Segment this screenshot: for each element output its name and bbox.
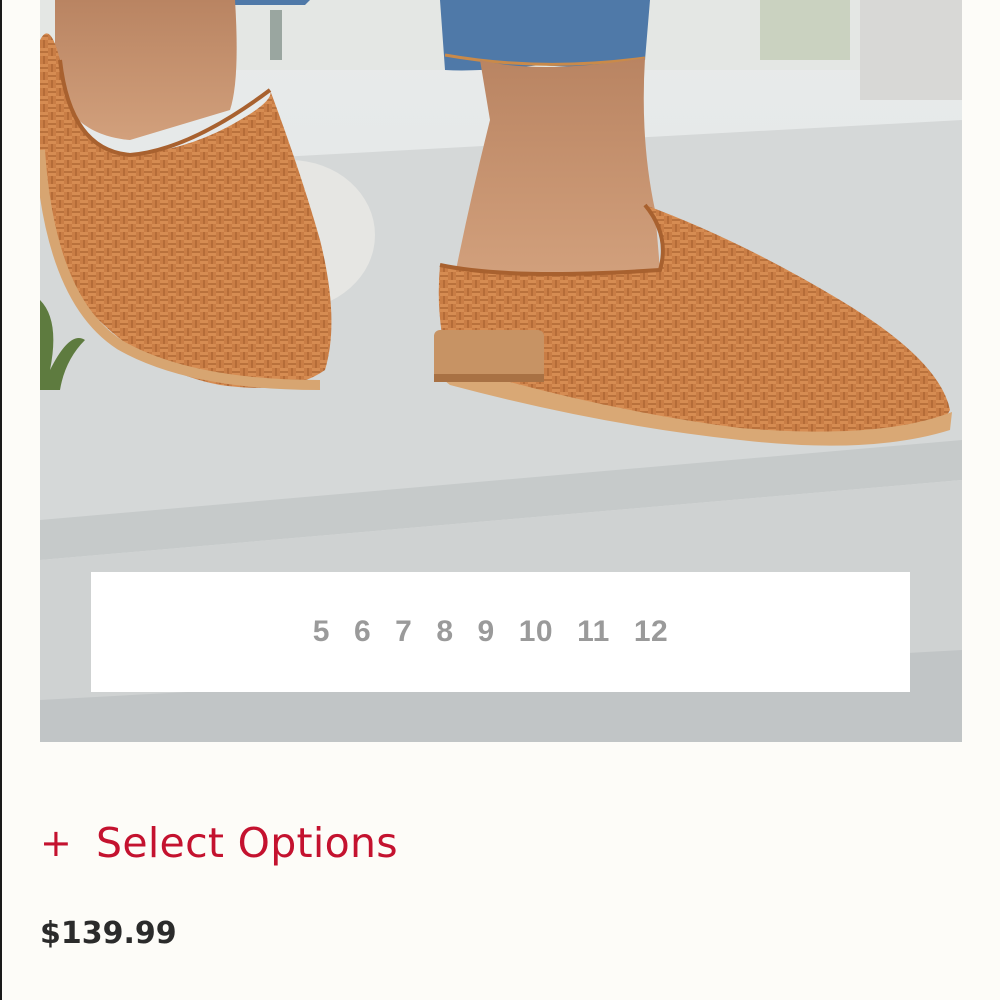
size-selector-panel: 5 6 7 8 9 10 11 12: [91, 572, 910, 692]
size-option-8[interactable]: 8: [424, 615, 465, 649]
select-options-label: Select Options: [96, 819, 398, 867]
select-options-button[interactable]: + Select Options: [40, 815, 398, 871]
product-price: $139.99: [40, 916, 177, 951]
plus-icon: +: [40, 821, 72, 865]
page-left-border: [0, 0, 2, 1000]
size-list: 5 6 7 8 9 10 11 12: [301, 615, 680, 649]
size-option-12[interactable]: 12: [622, 615, 680, 649]
size-option-11[interactable]: 11: [565, 615, 622, 649]
size-option-10[interactable]: 10: [507, 615, 565, 649]
size-option-9[interactable]: 9: [466, 615, 507, 649]
size-option-6[interactable]: 6: [342, 615, 383, 649]
size-option-5[interactable]: 5: [301, 615, 342, 649]
size-option-7[interactable]: 7: [383, 615, 424, 649]
